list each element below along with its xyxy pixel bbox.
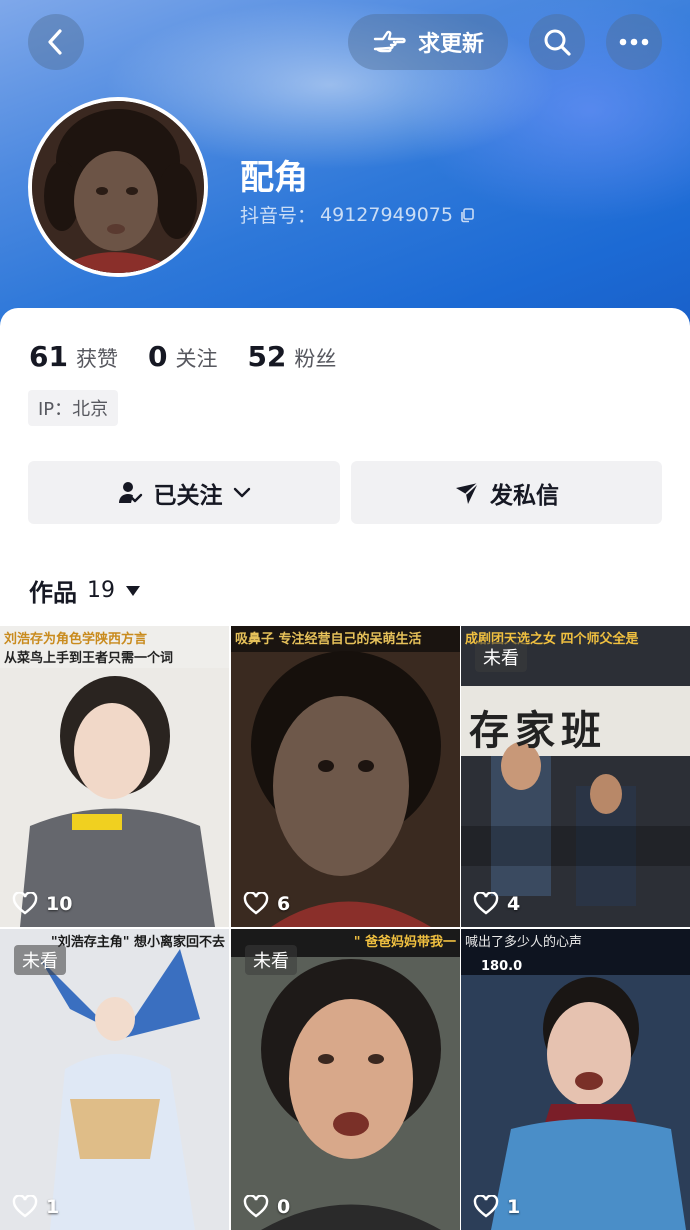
copy-icon[interactable] (459, 207, 475, 223)
heart-icon (243, 1195, 269, 1218)
video-caption-line: 从菜鸟上手到王者只需一个词 (4, 651, 174, 666)
caret-down-icon (126, 585, 140, 596)
chevron-left-icon (48, 29, 62, 55)
works-tab[interactable]: 作品 19 (29, 573, 141, 608)
request-update-button[interactable]: 求更新 (348, 14, 508, 70)
avatar-portrait-image (32, 101, 204, 273)
stat-likes[interactable]: 61 获赞 (29, 340, 118, 373)
stat-followers-label: 粉丝 (294, 347, 337, 371)
stat-followers-count: 52 (247, 340, 287, 373)
video-likes-count: 1 (507, 1195, 521, 1218)
stat-likes-count: 61 (29, 340, 68, 373)
more-dots-icon (619, 38, 649, 46)
video-likes: 6 (243, 892, 290, 915)
following-label: 已关注 (153, 482, 223, 509)
send-icon (456, 481, 479, 504)
works-count: 19 (87, 578, 115, 603)
heart-icon (12, 1195, 38, 1218)
douyin-id-value: 49127949075 (320, 203, 453, 226)
pointing-hand-icon (373, 30, 406, 53)
following-button[interactable]: 已关注 (28, 461, 340, 524)
video-caption: 刘浩存为角色学陕西方言 从菜鸟上手到王者只需一个词 (0, 626, 229, 668)
heart-icon (473, 1195, 499, 1218)
video-tile[interactable]: "刘浩存主角" 想小离家回不去 未看 1 (0, 929, 229, 1230)
stat-following-count: 0 (147, 340, 168, 373)
video-tile[interactable]: 吸鼻子 专注经营自己的呆萌生活 6 (231, 626, 460, 927)
video-caption: 吸鼻子 专注经营自己的呆萌生活 (235, 632, 422, 647)
stat-likes-label: 获赞 (75, 347, 118, 371)
video-thumbnail (461, 929, 690, 1230)
video-likes: 0 (243, 1195, 290, 1218)
video-tile[interactable]: " 爸爸妈妈带我一 未看 0 (231, 929, 460, 1230)
video-caption: 喊出了多少人的心声 (465, 935, 583, 950)
send-message-button[interactable]: 发私信 (351, 461, 662, 524)
douyin-id: 抖音号： 49127949075 (240, 201, 475, 228)
send-message-label: 发私信 (490, 482, 559, 509)
video-likes-count: 10 (46, 892, 73, 915)
user-check-icon (118, 481, 142, 503)
video-likes-count: 6 (277, 892, 291, 915)
video-caption-line: 刘浩存为角色学陕西方言 (4, 632, 148, 647)
video-tile[interactable]: 成剧团天选之女 四个师父全是 存家班 未看 4 (461, 626, 690, 927)
search-button[interactable] (529, 14, 585, 70)
back-button[interactable] (28, 14, 84, 70)
search-icon (544, 29, 571, 56)
chevron-down-icon (233, 487, 250, 497)
stat-following[interactable]: 0 关注 (148, 340, 217, 373)
video-likes-count: 4 (507, 892, 521, 915)
heart-icon (473, 892, 499, 915)
heart-icon (243, 892, 269, 915)
video-thumbnail (0, 626, 229, 927)
video-likes: 1 (12, 1195, 59, 1218)
unseen-badge: 未看 (475, 642, 527, 672)
profile-name: 配角 (240, 158, 308, 198)
works-title: 作品 (29, 579, 77, 607)
douyin-id-label: 抖音号： (240, 205, 317, 227)
video-likes-count: 0 (277, 1195, 291, 1218)
video-likes-count: 1 (46, 1195, 60, 1218)
video-tile[interactable]: 刘浩存为角色学陕西方言 从菜鸟上手到王者只需一个词 10 (0, 626, 229, 927)
video-likes: 10 (12, 892, 72, 915)
stat-followers[interactable]: 52 粉丝 (247, 340, 336, 373)
profile-stats: 61 获赞 0 关注 52 粉丝 (29, 340, 336, 373)
ip-location-tag: IP：北京 (28, 390, 119, 426)
video-overlay-stat: 180.0 (481, 959, 523, 974)
stat-following-label: 关注 (175, 347, 218, 371)
avatar[interactable] (28, 97, 208, 277)
video-tile[interactable]: 喊出了多少人的心声 180.0 1 (461, 929, 690, 1230)
unseen-badge: 未看 (14, 945, 66, 975)
request-update-label: 求更新 (417, 32, 484, 57)
more-button[interactable] (606, 14, 662, 70)
video-likes: 4 (473, 892, 520, 915)
unseen-badge: 未看 (245, 945, 297, 975)
video-likes: 1 (473, 1195, 520, 1218)
video-thumbnail (231, 626, 460, 927)
video-overlay-title: 存家班 (469, 708, 607, 754)
heart-icon (12, 892, 38, 915)
